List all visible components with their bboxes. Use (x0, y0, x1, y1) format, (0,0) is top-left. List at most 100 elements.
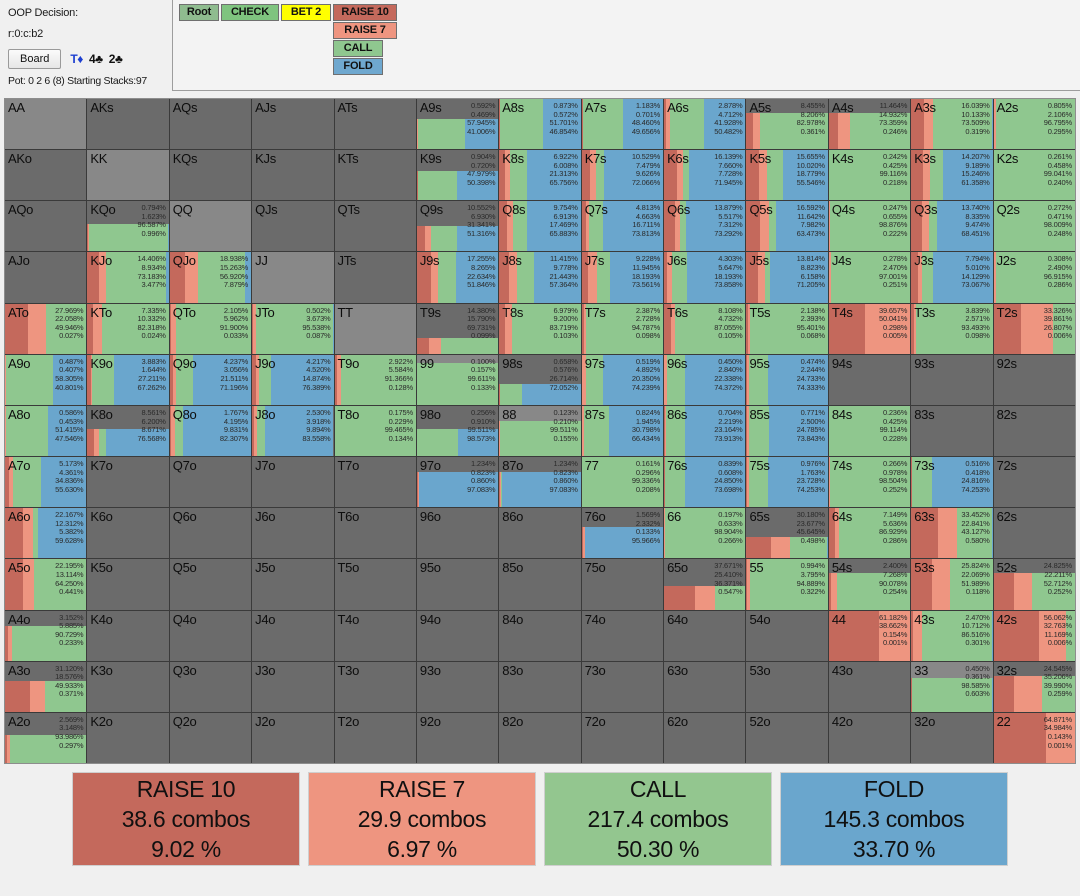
hand-cell-52o[interactable]: 52o (746, 712, 828, 763)
hand-cell-Q3o[interactable]: Q3o (169, 661, 252, 712)
hand-cell-83s[interactable]: 83s (911, 405, 993, 457)
hand-cell-T9s[interactable]: 14.380% 15.790% 69.731% 0.099% T9s (416, 303, 499, 354)
hand-cell-T5s[interactable]: 2.138% 2.393% 95.401% 0.068% T5s (746, 303, 828, 354)
hand-cell-AJs[interactable]: AJs (252, 99, 334, 150)
hand-cell-92o[interactable]: 92o (416, 712, 499, 763)
hand-cell-32s[interactable]: 24.545% 35.206% 39.990% 0.259% 32s (993, 661, 1075, 712)
hand-cell-Q7o[interactable]: Q7o (169, 457, 252, 508)
hand-cell-JTo[interactable]: 0.502% 3.673% 95.538% 0.087% JTo (252, 303, 334, 354)
tree-node-bet-2[interactable]: BET 2 (281, 4, 331, 21)
hand-cell-A6s[interactable]: 2.878% 4.712% 41.928% 50.482% A6s (664, 99, 746, 150)
hand-cell-A8s[interactable]: 0.873% 0.572% 51.701% 46.854% A8s (499, 99, 581, 150)
hand-cell-94s[interactable]: 94s (828, 354, 911, 405)
hand-cell-77[interactable]: 0.161% 0.296% 99.336% 0.208% 77 (581, 457, 664, 508)
hand-cell-AA[interactable]: AA (5, 99, 87, 150)
hand-cell-84s[interactable]: 0.236% 0.425% 99.114% 0.228% 84s (828, 405, 911, 457)
hand-cell-43s[interactable]: 2.470% 10.712% 86.516% 0.301% 43s (911, 610, 993, 661)
tree-node-raise-7[interactable]: RAISE 7 (333, 22, 397, 39)
hand-cell-44[interactable]: 61.182% 38.662% 0.154% 0.001% 44 (828, 610, 911, 661)
hand-cell-A3s[interactable]: 16.039% 10.133% 73.509% 0.319% A3s (911, 99, 993, 150)
hand-cell-KK[interactable]: KK (87, 150, 169, 201)
hand-cell-A4o[interactable]: 3.152% 5.885% 90.729% 0.233% A4o (5, 610, 87, 661)
hand-cell-J4o[interactable]: J4o (252, 610, 334, 661)
hand-cell-K2s[interactable]: 0.261% 0.458% 99.041% 0.240% K2s (993, 150, 1075, 201)
hand-cell-QTo[interactable]: 2.105% 5.962% 91.900% 0.033% QTo (169, 303, 252, 354)
tree-node-call[interactable]: CALL (333, 40, 383, 57)
hand-cell-T8o[interactable]: 0.175% 0.229% 99.465% 0.134% T8o (334, 405, 416, 457)
hand-cell-73s[interactable]: 0.516% 0.418% 24.816% 74.253% 73s (911, 457, 993, 508)
hand-cell-97o[interactable]: 1.234% 0.823% 0.860% 97.083% 97o (416, 457, 499, 508)
hand-cell-A4s[interactable]: 11.464% 14.932% 73.359% 0.246% A4s (828, 99, 911, 150)
hand-cell-KJs[interactable]: KJs (252, 150, 334, 201)
hand-cell-Q4o[interactable]: Q4o (169, 610, 252, 661)
hand-cell-KTo[interactable]: 7.335% 10.332% 82.318% 0.024% KTo (87, 303, 169, 354)
hand-cell-A9o[interactable]: 0.487% 0.407% 58.305% 40.801% A9o (5, 354, 87, 405)
hand-cell-KTs[interactable]: KTs (334, 150, 416, 201)
hand-cell-ATo[interactable]: 27.969% 22.058% 49.946% 0.027% ATo (5, 303, 87, 354)
hand-cell-86o[interactable]: 86o (499, 508, 581, 559)
hand-cell-65o[interactable]: 37.671% 25.410% 36.371% 0.547% 65o (664, 559, 746, 610)
hand-cell-85o[interactable]: 85o (499, 559, 581, 610)
hand-cell-Q6s[interactable]: 13.879% 5.517% 7.312% 73.292% Q6s (664, 201, 746, 252)
hand-cell-95s[interactable]: 0.474% 2.244% 24.733% 74.333% 95s (746, 354, 828, 405)
hand-cell-T2s[interactable]: 33.326% 39.861% 26.807% 0.006% T2s (993, 303, 1075, 354)
hand-cell-65s[interactable]: 30.180% 23.677% 45.645% 0.498% 65s (746, 508, 828, 559)
hand-cell-T7o[interactable]: T7o (334, 457, 416, 508)
hand-cell-J7o[interactable]: J7o (252, 457, 334, 508)
hand-cell-J3s[interactable]: 7.794% 5.010% 14.129% 73.067% J3s (911, 252, 993, 303)
hand-cell-75o[interactable]: 75o (581, 559, 664, 610)
hand-cell-T2o[interactable]: T2o (334, 712, 416, 763)
hand-cell-Q5s[interactable]: 16.592% 11.642% 7.982% 63.473% Q5s (746, 201, 828, 252)
hand-cell-63o[interactable]: 63o (664, 661, 746, 712)
hand-cell-72s[interactable]: 72s (993, 457, 1075, 508)
hand-cell-64s[interactable]: 7.149% 5.636% 86.929% 0.286% 64s (828, 508, 911, 559)
hand-cell-K3s[interactable]: 14.207% 9.189% 15.246% 61.358% K3s (911, 150, 993, 201)
hand-cell-33[interactable]: 0.450% 0.361% 98.585% 0.603% 33 (911, 661, 993, 712)
hand-cell-55[interactable]: 0.994% 3.795% 94.889% 0.322% 55 (746, 559, 828, 610)
hand-cell-T6s[interactable]: 8.108% 4.732% 87.055% 0.105% T6s (664, 303, 746, 354)
hand-cell-AQs[interactable]: AQs (169, 99, 252, 150)
hand-cell-Q9s[interactable]: 10.552% 6.930% 31.341% 51.316% Q9s (416, 201, 499, 252)
hand-cell-J9s[interactable]: 17.255% 8.265% 22.634% 51.846% J9s (416, 252, 499, 303)
hand-cell-Q3s[interactable]: 13.740% 8.335% 9.474% 68.451% Q3s (911, 201, 993, 252)
hand-cell-K7s[interactable]: 10.529% 7.479% 9.626% 72.066% K7s (581, 150, 664, 201)
hand-cell-75s[interactable]: 0.976% 1.763% 23.728% 74.253% 75s (746, 457, 828, 508)
hand-cell-87s[interactable]: 0.824% 1.945% 30.798% 66.434% 87s (581, 405, 664, 457)
hand-cell-32o[interactable]: 32o (911, 712, 993, 763)
hand-cell-AQo[interactable]: AQo (5, 201, 87, 252)
legend-call[interactable]: CALL 217.4 combos 50.30 % (544, 772, 772, 866)
hand-cell-Q9o[interactable]: 4.237% 3.056% 21.511% 71.196% Q9o (169, 354, 252, 405)
hand-cell-98o[interactable]: 0.256% 0.910% 99.511% 98.573% 98o (416, 405, 499, 457)
hand-cell-93s[interactable]: 93s (911, 354, 993, 405)
board-button[interactable]: Board (8, 49, 62, 69)
hand-cell-J8s[interactable]: 11.415% 9.778% 21.443% 57.364% J8s (499, 252, 581, 303)
hand-cell-K8o[interactable]: 8.561% 6.200% 8.671% 76.568% K8o (87, 405, 169, 457)
hand-cell-J5o[interactable]: J5o (252, 559, 334, 610)
hand-cell-KQo[interactable]: 0.794% 1.623% 96.587% 0.996% KQo (87, 201, 169, 252)
tree-node-root[interactable]: Root (179, 4, 219, 21)
hand-cell-AJo[interactable]: AJo (5, 252, 87, 303)
hand-cell-J2o[interactable]: J2o (252, 712, 334, 763)
hand-cell-93o[interactable]: 93o (416, 661, 499, 712)
hand-cell-74o[interactable]: 74o (581, 610, 664, 661)
tree-node-fold[interactable]: FOLD (333, 58, 383, 75)
hand-cell-A3o[interactable]: 31.120% 18.576% 49.933% 0.371% A3o (5, 661, 87, 712)
hand-cell-A5s[interactable]: 8.455% 8.206% 82.978% 0.361% A5s (746, 99, 828, 150)
hand-cell-76o[interactable]: 1.569% 2.332% 0.133% 95.966% 76o (581, 508, 664, 559)
hand-cell-88[interactable]: 0.123% 0.210% 99.511% 0.155% 88 (499, 405, 581, 457)
hand-cell-K3o[interactable]: K3o (87, 661, 169, 712)
hand-cell-53o[interactable]: 53o (746, 661, 828, 712)
hand-cell-63s[interactable]: 33.452% 22.841% 43.127% 0.580% 63s (911, 508, 993, 559)
hand-cell-Q4s[interactable]: 0.247% 0.655% 98.876% 0.222% Q4s (828, 201, 911, 252)
hand-cell-KJo[interactable]: 14.406% 8.934% 73.183% 3.477% KJo (87, 252, 169, 303)
hand-range-grid[interactable]: AA AKs AQs AJs ATs 0.592% 0.469% 57.945% 41.006%… (5, 99, 1075, 763)
hand-cell-JTs[interactable]: JTs (334, 252, 416, 303)
hand-cell-22[interactable]: 64.871% 34.984% 0.143% 0.001% 22 (993, 712, 1075, 763)
hand-cell-J6o[interactable]: J6o (252, 508, 334, 559)
hand-cell-A6o[interactable]: 22.167% 12.312% 5.382% 59.628% A6o (5, 508, 87, 559)
hand-cell-Q5o[interactable]: Q5o (169, 559, 252, 610)
hand-cell-T7s[interactable]: 2.387% 2.728% 94.787% 0.098% T7s (581, 303, 664, 354)
hand-cell-QJs[interactable]: QJs (252, 201, 334, 252)
legend-raise-10[interactable]: RAISE 10 38.6 combos 9.02 % (72, 772, 300, 866)
hand-cell-92s[interactable]: 92s (993, 354, 1075, 405)
